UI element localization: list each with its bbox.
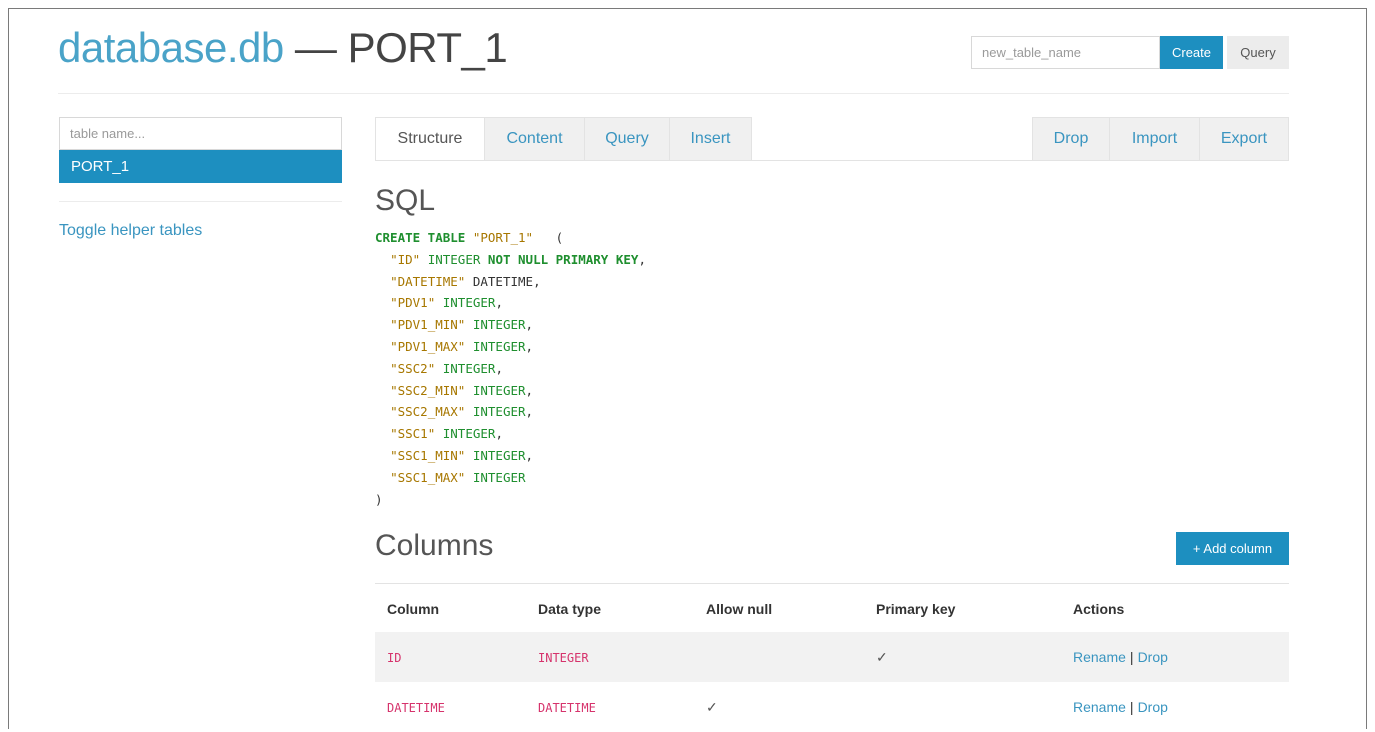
header-primary-key: Primary key xyxy=(876,601,956,617)
sql-column-name: "SSC2" xyxy=(390,360,436,376)
sql-column-name: "SSC2_MIN" xyxy=(390,382,466,398)
sql-column-line: "SSC2_MIN" INTEGER, xyxy=(375,383,533,398)
sql-comma: , xyxy=(495,295,503,311)
sql-column-type: INTEGER xyxy=(472,404,526,420)
table-header-row: Column Data type Allow null Primary key … xyxy=(375,586,1289,632)
tab-structure[interactable]: Structure xyxy=(375,117,485,161)
sql-column-name: "SSC2_MAX" xyxy=(390,404,466,420)
sql-comma: , xyxy=(525,338,534,354)
sql-column-type: INTEGER xyxy=(472,469,526,485)
sql-column-name: "DATETIME" xyxy=(390,273,466,289)
sql-column-type: INTEGER xyxy=(442,426,496,442)
sql-column-line: "ID" INTEGER NOT NULL PRIMARY KEY, xyxy=(375,252,646,267)
sql-comma: , xyxy=(533,273,541,289)
sidebar-table-item[interactable]: PORT_1 xyxy=(59,150,342,183)
create-table-button[interactable]: Create xyxy=(1160,36,1223,69)
query-button[interactable]: Query xyxy=(1227,36,1289,69)
sql-column-line: "SSC2" INTEGER, xyxy=(375,361,503,376)
sql-column-line: "SSC1_MAX" INTEGER xyxy=(375,469,526,485)
sql-heading: SQL xyxy=(375,184,436,217)
sql-column-line: "SSC1_MIN" INTEGER, xyxy=(375,448,533,463)
page-title: database.db — PORT_1 xyxy=(58,24,508,72)
column-name-cell: ID xyxy=(387,650,402,665)
sql-column-type: INTEGER xyxy=(472,382,526,398)
sql-column-type: INTEGER xyxy=(442,295,496,311)
sql-column-name: "SSC1_MAX" xyxy=(390,469,466,485)
sql-column-type: INTEGER xyxy=(472,317,526,333)
window-frame-top xyxy=(8,8,1367,9)
sql-column-type: INTEGER xyxy=(427,251,481,267)
sidebar-table-label: PORT_1 xyxy=(71,158,130,175)
sql-column-line: "PDV1_MIN" INTEGER, xyxy=(375,317,533,332)
tab-export[interactable]: Export xyxy=(1199,117,1289,161)
add-column-button[interactable]: + Add column xyxy=(1176,532,1289,565)
tab-query[interactable]: Query xyxy=(584,117,670,161)
tab-content[interactable]: Content xyxy=(484,117,585,161)
sql-comma: , xyxy=(525,317,534,333)
sql-column-constraint: NOT NULL PRIMARY KEY xyxy=(487,251,639,267)
rename-link[interactable]: Rename xyxy=(1073,699,1126,715)
columns-divider xyxy=(375,583,1289,584)
tabs-divider xyxy=(375,160,1289,161)
sql-comma: , xyxy=(525,447,534,463)
tab-drop[interactable]: Drop xyxy=(1032,117,1110,161)
sql-comma: , xyxy=(525,404,534,420)
header-divider xyxy=(58,93,1289,94)
sql-column-line: "SSC1" INTEGER, xyxy=(375,426,503,441)
tab-insert[interactable]: Insert xyxy=(669,117,752,161)
primary-key-check-icon: ✓ xyxy=(876,648,888,665)
sql-close-paren: ) xyxy=(375,491,383,507)
sql-column-name: "PDV1_MIN" xyxy=(390,317,466,333)
sql-open-paren: ( xyxy=(555,230,564,245)
window-frame-left xyxy=(8,8,9,729)
database-name-link[interactable]: database.db xyxy=(58,24,284,71)
drop-link[interactable]: Drop xyxy=(1138,699,1168,715)
sql-column-line: "SSC2_MAX" INTEGER, xyxy=(375,404,533,419)
data-type-cell: INTEGER xyxy=(538,650,589,665)
sql-column-line: "PDV1" INTEGER, xyxy=(375,295,503,310)
sql-comma: , xyxy=(525,382,534,398)
tab-import[interactable]: Import xyxy=(1109,117,1200,161)
sql-table-string: "PORT_1" xyxy=(472,230,534,245)
sql-column-type: DATETIME xyxy=(472,273,534,289)
sql-create-keyword: CREATE TABLE xyxy=(375,230,466,245)
column-name-cell: DATETIME xyxy=(387,700,445,715)
header-actions: Actions xyxy=(1073,601,1125,617)
sql-statement: CREATE TABLE "PORT_1" ( "ID" INTEGER NOT… xyxy=(375,227,646,510)
sql-column-name: "PDV1_MAX" xyxy=(390,338,466,354)
allow-null-check-icon: ✓ xyxy=(706,698,718,715)
sql-column-name: "ID" xyxy=(390,251,421,267)
table-row: ID INTEGER ✓ Rename | Drop xyxy=(375,632,1289,682)
title-separator: — xyxy=(294,24,337,71)
sql-column-line: "PDV1_MAX" INTEGER, xyxy=(375,339,533,354)
sql-column-name: "SSC1" xyxy=(390,426,436,442)
sql-column-name: "PDV1" xyxy=(390,295,436,311)
sql-comma: , xyxy=(495,426,503,442)
table-search-input[interactable] xyxy=(59,117,342,150)
sql-column-type: INTEGER xyxy=(472,447,526,463)
toggle-helper-tables-link[interactable]: Toggle helper tables xyxy=(59,222,202,240)
current-table-name: PORT_1 xyxy=(347,24,508,71)
sql-comma: , xyxy=(495,360,503,376)
sql-comma: , xyxy=(638,251,646,267)
new-table-name-input[interactable] xyxy=(971,36,1160,69)
header-allow-null: Allow null xyxy=(706,601,773,617)
action-separator: | xyxy=(1129,649,1134,665)
sql-column-type: INTEGER xyxy=(442,360,496,376)
rename-link[interactable]: Rename xyxy=(1073,649,1126,665)
header-column: Column xyxy=(387,601,440,617)
data-type-cell: DATETIME xyxy=(538,700,596,715)
window-frame-right xyxy=(1366,8,1367,729)
sql-column-line: "DATETIME" DATETIME, xyxy=(375,274,541,289)
sql-column-name: "SSC1_MIN" xyxy=(390,447,466,463)
header-data-type: Data type xyxy=(538,601,602,617)
drop-link[interactable]: Drop xyxy=(1138,649,1168,665)
action-separator: | xyxy=(1129,699,1134,715)
sidebar-divider xyxy=(59,201,342,202)
sql-column-type: INTEGER xyxy=(472,338,526,354)
columns-heading: Columns xyxy=(375,529,494,562)
table-row: DATETIME DATETIME ✓ Rename | Drop xyxy=(375,682,1289,732)
columns-table: Column Data type Allow null Primary key … xyxy=(375,586,1289,732)
